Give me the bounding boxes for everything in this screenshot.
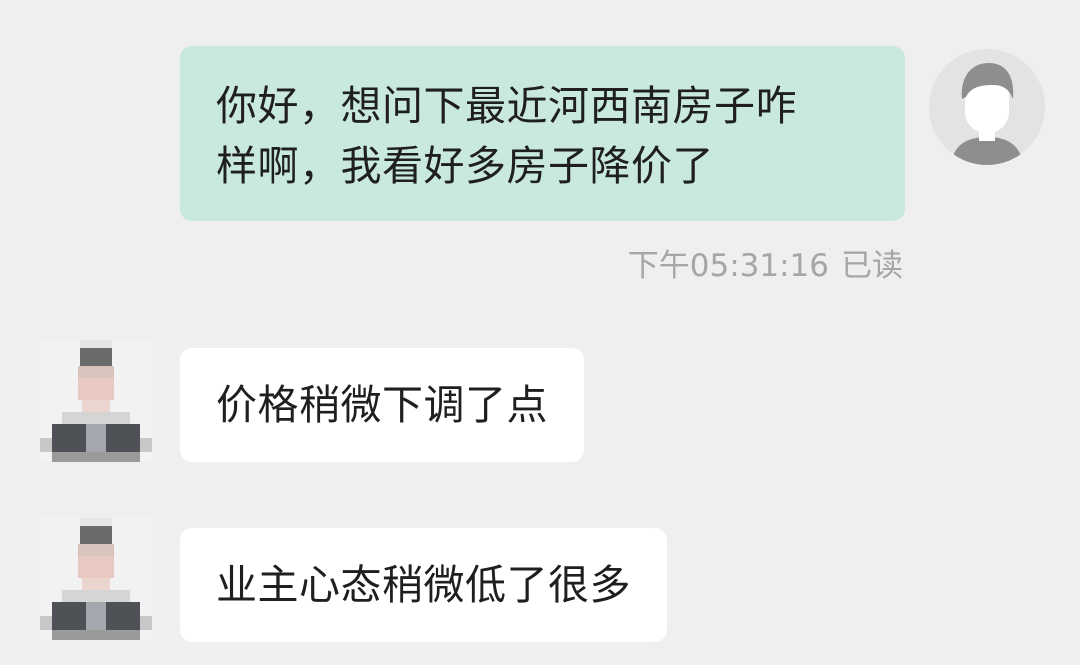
outgoing-message-bubble[interactable]: 你好，想问下最近河西南房子咋 样啊，我看好多房子降价了 — [180, 46, 905, 221]
message-meta: 下午05:31:16 已读 — [628, 240, 903, 285]
agent-avatar[interactable] — [40, 518, 152, 640]
my-avatar[interactable] — [929, 49, 1045, 165]
incoming-message-bubble[interactable]: 业主心态稍微低了很多 — [180, 528, 667, 642]
message-text-line: 样啊，我看好多房子降价了 — [216, 142, 714, 190]
message-timestamp: 下午05:31:16 — [627, 248, 829, 284]
default-person-avatar-icon — [929, 49, 1045, 165]
read-status: 已读 — [841, 248, 903, 284]
pixelated-agent-avatar — [40, 518, 152, 640]
pixelated-agent-avatar — [40, 340, 152, 462]
agent-avatar[interactable] — [40, 340, 152, 462]
message-text: 价格稍微下调了点 — [216, 381, 548, 429]
message-text-line: 你好，想问下最近河西南房子咋 — [216, 82, 797, 130]
incoming-message-bubble[interactable]: 价格稍微下调了点 — [180, 348, 584, 462]
message-text: 业主心态稍微低了很多 — [216, 561, 631, 609]
